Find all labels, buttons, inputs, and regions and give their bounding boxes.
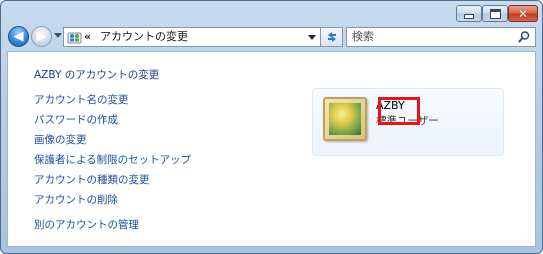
address-dropdown-icon[interactable] [308,35,316,40]
address-chevron-icon[interactable]: « [84,30,91,44]
navigation-bar: ◀ ▶ « アカウントの変更 検索 [1,23,542,51]
recent-pages-dropdown-icon[interactable] [54,33,62,38]
search-input[interactable]: 検索 [346,27,536,47]
manage-another-account-link[interactable]: 別のアカウントの管理 [34,218,139,232]
change-account-heading-link[interactable]: AZBY のアカウントの変更 [34,68,159,82]
parental-controls-link[interactable]: 保護者による制限のセットアップ [34,153,191,167]
address-path[interactable]: アカウントの変更 [100,30,188,44]
main-content: AZBY のアカウントの変更 アカウント名の変更 パスワードの作成 画像の変更 … [7,51,536,247]
change-account-type-link[interactable]: アカウントの種類の変更 [34,173,150,187]
account-card: AZBY 標準ユーザー [312,88,504,156]
avatar-image [329,103,361,135]
search-placeholder: 検索 [352,30,374,43]
title-bar: ✕ [1,1,542,23]
back-button[interactable]: ◀ [8,26,29,47]
highlight-frame [378,97,420,125]
back-arrow-icon: ◀ [13,29,24,44]
change-account-name-link[interactable]: アカウント名の変更 [34,93,129,107]
forward-button[interactable]: ▶ [31,26,52,47]
maximize-icon [489,8,501,19]
change-picture-link[interactable]: 画像の変更 [34,133,87,147]
control-panel-window: ✕ ◀ ▶ « アカウントの変更 検索 AZBY のアカウントの変更 アカウント… [0,0,543,254]
close-button[interactable]: ✕ [508,5,538,22]
refresh-button[interactable] [321,27,343,47]
minimize-button[interactable] [456,5,482,22]
create-password-link[interactable]: パスワードの作成 [34,113,118,127]
search-icon[interactable] [517,30,531,44]
forward-arrow-icon: ▶ [36,29,47,44]
minimize-icon [464,14,474,19]
address-bar[interactable]: « アカウントの変更 [63,27,321,47]
user-accounts-icon [67,32,82,44]
maximize-button[interactable] [482,5,508,22]
avatar[interactable] [323,97,367,141]
delete-account-link[interactable]: アカウントの削除 [34,193,118,207]
close-icon: ✕ [517,6,529,21]
refresh-icon [327,32,336,42]
